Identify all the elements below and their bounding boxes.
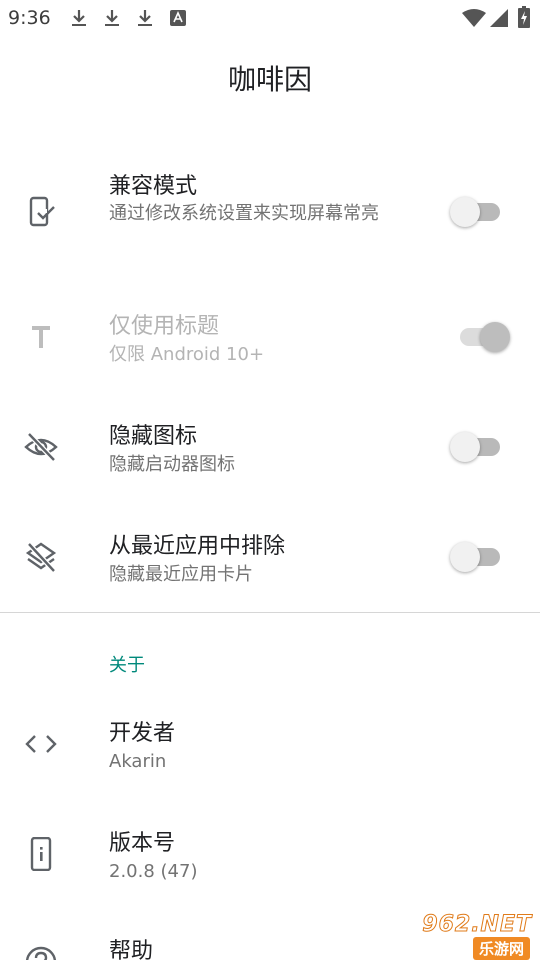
download-icon xyxy=(138,10,152,26)
setting-compat-mode[interactable]: 兼容模式 通过修改系统设置来实现屏幕常亮 xyxy=(0,160,540,270)
phone-info-icon xyxy=(30,837,52,871)
about-title: 版本号 xyxy=(109,831,176,856)
setting-title: 仅使用标题 xyxy=(109,314,220,339)
exclude-recents-toggle[interactable] xyxy=(450,540,504,574)
watermark-logo: 962.NET 乐游网 xyxy=(402,910,538,960)
about-title: 开发者 xyxy=(109,721,176,746)
about-version[interactable]: 版本号 2.0.8 (47) xyxy=(0,815,540,895)
watermark-bottom-text: 乐游网 xyxy=(472,937,530,960)
app-title: 咖啡因 xyxy=(227,63,312,96)
setting-exclude-recents[interactable]: 从最近应用中排除 隐藏最近应用卡片 xyxy=(0,520,540,600)
help-circle-icon xyxy=(25,946,57,960)
device-check-icon xyxy=(29,196,55,227)
cellular-signal-icon xyxy=(490,9,508,27)
layers-off-icon xyxy=(25,542,57,573)
setting-hide-icon[interactable]: 隐藏图标 隐藏启动器图标 xyxy=(0,410,540,490)
setting-title: 隐藏图标 xyxy=(109,424,198,449)
setting-title: 从最近应用中排除 xyxy=(109,534,286,559)
download-icon xyxy=(105,10,119,26)
about-developer[interactable]: 开发者 Akarin xyxy=(0,705,540,785)
text-a-icon xyxy=(170,10,186,26)
setting-subtitle: 通过修改系统设置来实现屏幕常亮 xyxy=(109,203,379,224)
hide-icon-toggle[interactable] xyxy=(450,430,504,464)
setting-title-only[interactable]: 仅使用标题 仅限 Android 10+ xyxy=(0,300,540,380)
section-header-about: 关于 xyxy=(109,655,145,676)
setting-subtitle: 仅限 Android 10+ xyxy=(109,344,265,365)
battery-charging-icon xyxy=(518,6,530,28)
setting-subtitle: 隐藏最近应用卡片 xyxy=(109,564,253,585)
toggle-thumb xyxy=(450,432,480,462)
title-only-toggle[interactable] xyxy=(450,320,510,354)
setting-subtitle: 隐藏启动器图标 xyxy=(109,454,235,475)
toggle-thumb xyxy=(480,322,510,352)
status-time: 9:36 xyxy=(8,7,51,29)
wifi-icon xyxy=(462,9,486,27)
section-divider xyxy=(0,612,540,613)
toggle-thumb xyxy=(450,197,480,227)
about-subtitle: Akarin xyxy=(109,751,167,772)
about-title: 帮助 xyxy=(109,939,154,960)
about-subtitle: 2.0.8 (47) xyxy=(109,861,198,882)
text-t-icon xyxy=(32,326,50,348)
status-bar: 9:36 xyxy=(0,0,540,36)
code-icon xyxy=(25,735,57,753)
setting-title: 兼容模式 xyxy=(109,174,198,199)
compat-mode-toggle[interactable] xyxy=(450,195,504,229)
download-icon xyxy=(72,10,86,26)
toggle-thumb xyxy=(450,542,480,572)
watermark-top-text: 962.NET xyxy=(422,912,532,938)
eye-off-icon xyxy=(24,432,58,462)
